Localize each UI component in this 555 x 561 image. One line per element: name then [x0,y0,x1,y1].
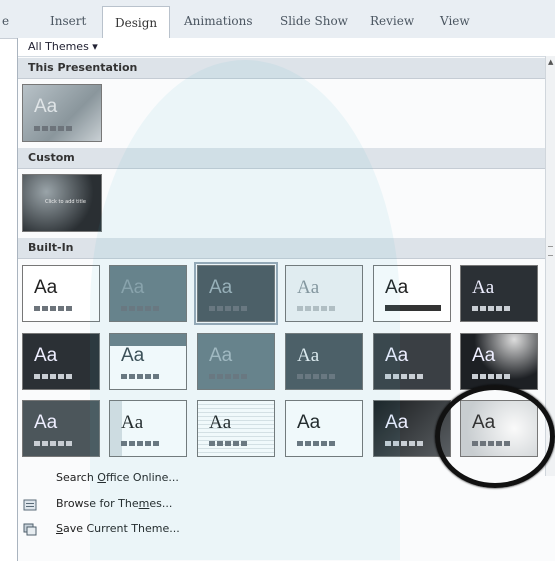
theme-origin[interactable]: Aa [109,400,187,457]
theme-paper[interactable]: Aa [197,400,275,457]
section-built-in: Built-In [18,238,555,259]
theme-concourse[interactable]: Aa [373,265,451,322]
theme-oriel[interactable]: Aa [22,400,100,457]
tab-insert[interactable]: Insert [50,14,86,28]
tab-home[interactable]: e [2,14,9,28]
theme-custom[interactable]: Click to add title [22,174,102,232]
folder-icon [23,497,37,511]
theme-foundry[interactable]: Aa [109,333,187,390]
tab-animations[interactable]: Animations [184,14,253,28]
scroll-grip[interactable] [548,246,553,256]
highlight-circle [435,385,555,488]
theme-median[interactable]: Aa [197,333,275,390]
browse-for-themes[interactable]: Browse for Themes... [18,493,538,515]
section-this-presentation: This Presentation [18,58,555,79]
tab-review[interactable]: Review [370,14,414,28]
theme-civic[interactable]: Aa [285,265,363,322]
theme-apex[interactable]: Aa [109,265,187,322]
theme-module[interactable]: Aa [373,333,451,390]
save-current-theme[interactable]: Save Current Theme... [18,518,538,540]
section-custom: Custom [18,148,555,169]
theme-office[interactable]: Aa [22,265,100,322]
tab-slide-show[interactable]: Slide Show [280,14,348,28]
scroll-up-icon[interactable]: ▲ [548,58,553,66]
custom-thumb-text: Click to add title [45,199,86,205]
theme-flow[interactable]: Aa [22,333,100,390]
tab-design[interactable]: Design [102,6,171,39]
theme-opulent[interactable]: Aa [460,333,538,390]
theme-current[interactable]: Aa [22,84,102,142]
theme-aspect[interactable]: Aa [194,262,278,325]
ribbon-tabs: e Insert Design Animations Slide Show Re… [0,0,555,39]
filter-label[interactable]: All Themes ▾ [28,40,98,53]
theme-solstice[interactable]: Aa [285,400,363,457]
theme-metro[interactable]: Aa [285,333,363,390]
tab-view[interactable]: View [440,14,470,28]
save-theme-icon [23,522,37,536]
theme-equity[interactable]: Aa [460,265,538,322]
themes-filter[interactable]: All Themes ▾ [18,38,555,57]
